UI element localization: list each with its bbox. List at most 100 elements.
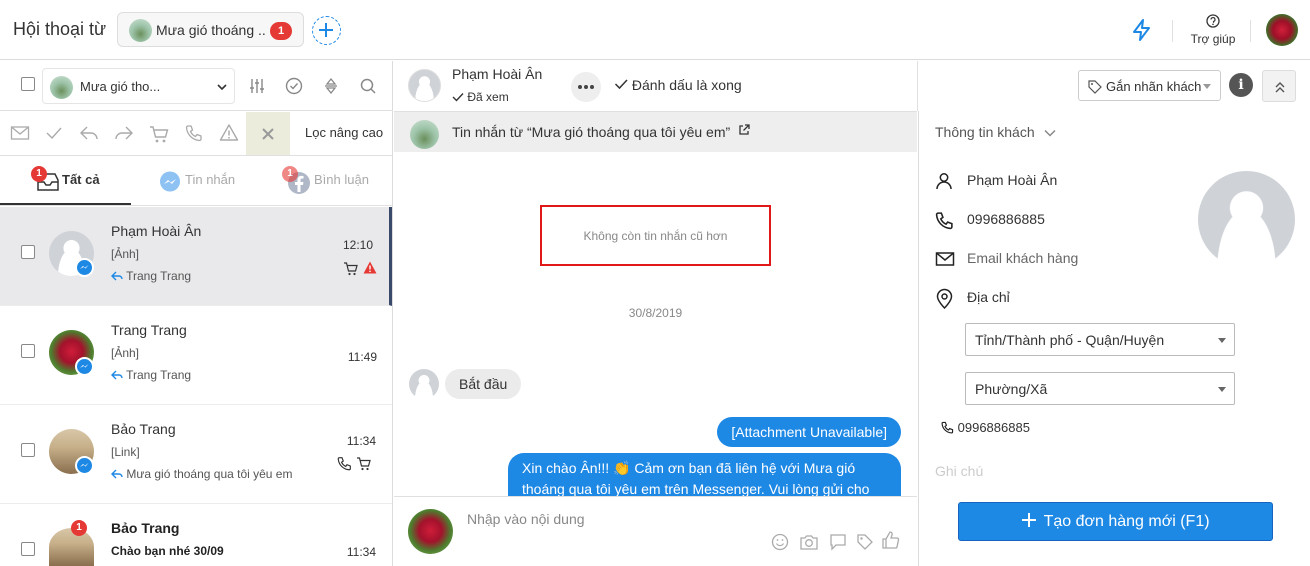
customer-avatar — [1198, 171, 1295, 268]
mail-icon[interactable] — [10, 125, 30, 141]
advanced-filter-button[interactable]: Lọc nâng cao — [305, 125, 383, 140]
emoji-icon[interactable] — [771, 533, 789, 551]
camera-icon[interactable] — [799, 533, 819, 551]
tab-messages[interactable]: Tin nhắn — [131, 157, 262, 205]
conversation-reply: Trang Trang — [111, 269, 191, 283]
divider — [917, 61, 918, 111]
date-separator: 30/8/2019 — [628, 306, 683, 320]
thumbs-up-icon[interactable] — [881, 530, 901, 550]
sliders-icon[interactable] — [248, 77, 266, 95]
conversation-checkbox[interactable] — [21, 245, 35, 259]
phone-icon — [337, 457, 351, 471]
tab-badge: 1 — [282, 166, 298, 182]
mark-done-button[interactable]: Đánh dấu là xong — [614, 77, 742, 93]
customer-phone[interactable]: 0996886885 — [967, 211, 1045, 227]
conversation-item[interactable]: Phạm Hoài Ân [Ảnh] Trang Trang 12:10 — [0, 207, 392, 306]
ward-select[interactable]: Phường/Xã — [965, 372, 1235, 405]
divider — [1250, 20, 1251, 42]
no-older-label: Không còn tin nhắn cũ hơn — [583, 229, 728, 243]
ellipsis-icon — [578, 85, 594, 89]
reply-author: Trang Trang — [126, 269, 192, 283]
external-link-icon[interactable] — [738, 124, 750, 136]
unread-badge: 1 — [270, 22, 292, 40]
message-composer: Nhập vào nội dung — [394, 496, 917, 566]
reply-icon — [111, 469, 123, 479]
messenger-badge-icon — [75, 258, 94, 277]
check-icon[interactable] — [45, 125, 63, 141]
caret-down-icon — [1218, 387, 1226, 392]
page-avatar — [50, 76, 73, 99]
message-input[interactable]: Nhập vào nội dung — [467, 511, 585, 527]
check-circle-icon[interactable] — [285, 77, 303, 95]
sender-avatar — [408, 509, 453, 554]
tag-icon[interactable] — [856, 533, 874, 551]
plus-icon — [319, 23, 333, 37]
customer-email-field[interactable]: Email khách hàng — [967, 250, 1078, 266]
info-icon[interactable]: i — [1229, 73, 1253, 97]
conversation-checkbox[interactable] — [21, 443, 35, 457]
outgoing-message: Xin chào Ân!!! 👏 Cảm ơn bạn đã liên hệ v… — [508, 453, 901, 496]
mark-done-label: Đánh dấu là xong — [631, 77, 742, 93]
add-page-button[interactable] — [312, 16, 341, 45]
conversation-checkbox[interactable] — [21, 542, 35, 556]
page-chip[interactable]: Mưa gió thoáng .. 1 — [117, 12, 304, 47]
reply-icon[interactable] — [79, 124, 99, 142]
caret-down-icon — [1203, 84, 1211, 89]
sort-icon[interactable] — [322, 77, 340, 95]
plus-icon — [1022, 513, 1037, 527]
message-list[interactable]: Không còn tin nhắn cũ hơn 30/8/2019 Bắt … — [394, 152, 917, 496]
filter-bar: Lọc nâng cao — [0, 112, 393, 156]
conversation-toolbar: Mưa gió tho... — [0, 61, 393, 111]
more-options-button[interactable] — [571, 72, 601, 102]
customer-tag-select[interactable]: Gắn nhãn khách — [1078, 70, 1221, 101]
page-title: Hội thoại từ — [13, 19, 107, 39]
chevron-down-icon — [1043, 129, 1056, 137]
conversation-time: 11:34 — [346, 434, 376, 448]
close-icon — [262, 128, 274, 140]
conversation-name: Bảo Trang — [111, 520, 180, 536]
collapse-button[interactable] — [1262, 70, 1296, 102]
create-order-button[interactable]: Tạo đơn hàng mới (F1) — [958, 502, 1273, 541]
help-label: Trợ giúp — [1190, 32, 1236, 46]
reply-icon — [111, 370, 123, 380]
conversation-preview: [Ảnh] — [111, 247, 140, 261]
messenger-badge-icon — [75, 456, 94, 475]
message-source-bar: Tin nhắn từ “Mưa gió thoáng qua tôi yêu … — [394, 111, 917, 152]
cart-icon — [357, 457, 371, 471]
province-select-value: Tỉnh/Thành phố - Quận/Huyện — [975, 332, 1165, 348]
contact-avatar — [408, 69, 441, 102]
conversation-time: 11:34 — [346, 545, 376, 559]
conversation-name: Trang Trang — [111, 322, 187, 338]
order-footer: Tạo đơn hàng mới (F1) — [919, 478, 1310, 566]
page-avatar — [410, 120, 439, 149]
warning-icon[interactable] — [219, 123, 239, 142]
cart-icon[interactable] — [149, 124, 169, 144]
user-avatar[interactable] — [1266, 14, 1298, 46]
notes-section-header[interactable]: Ghi chú — [935, 463, 983, 479]
outgoing-message: [Attachment Unavailable] — [717, 417, 901, 447]
tab-all[interactable]: 1 Tất cả — [0, 157, 131, 205]
province-select[interactable]: Tỉnh/Thành phố - Quận/Huyện — [965, 323, 1235, 356]
customer-name[interactable]: Phạm Hoài Ân — [967, 172, 1057, 188]
conversation-item[interactable]: Trang Trang [Ảnh] Trang Trang 11:49 — [0, 306, 392, 405]
warning-icon — [363, 261, 377, 274]
forward-icon[interactable] — [114, 124, 134, 142]
check-icon — [452, 93, 464, 102]
tab-comments[interactable]: 1 Bình luận — [262, 157, 393, 205]
select-all-checkbox[interactable] — [21, 77, 35, 91]
conversation-preview: [Ảnh] — [111, 346, 140, 360]
lightning-icon[interactable] — [1130, 18, 1154, 42]
phone-icon[interactable] — [185, 124, 203, 142]
page-select[interactable]: Mưa gió tho... — [42, 68, 235, 104]
tag-icon — [1088, 80, 1102, 94]
double-chevron-up-icon — [1275, 82, 1285, 93]
conversation-item[interactable]: 1 Bảo Trang Chào bạn nhé 30/09 11:34 — [0, 504, 392, 566]
clear-filter-button[interactable] — [246, 112, 290, 155]
customer-info-header[interactable]: Thông tin khách — [935, 124, 1057, 140]
search-icon[interactable] — [359, 77, 377, 95]
conversation-checkbox[interactable] — [21, 344, 35, 358]
conversation-item[interactable]: Bảo Trang [Link] Mưa gió thoáng qua tôi … — [0, 405, 392, 504]
help-button[interactable]: Trợ giúp — [1188, 13, 1238, 46]
quick-reply-icon[interactable] — [829, 533, 847, 551]
avatar — [49, 528, 94, 566]
